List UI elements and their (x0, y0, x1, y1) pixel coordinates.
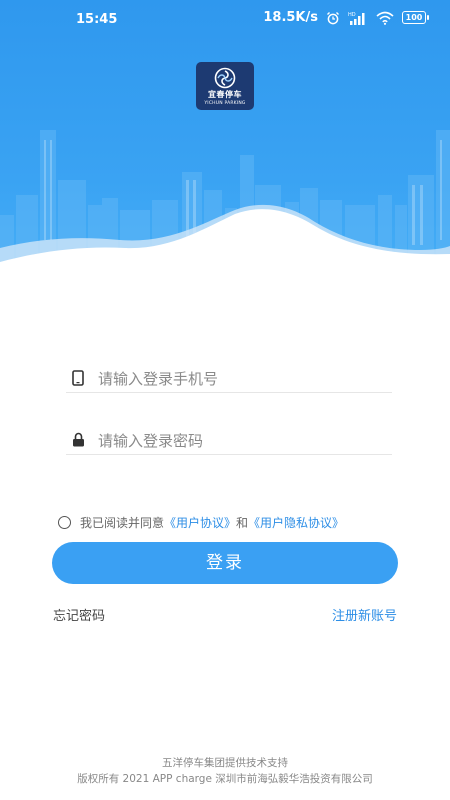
city-skyline-illustration (0, 130, 450, 300)
wifi-icon (376, 11, 394, 25)
battery-icon: 100 (402, 11, 429, 24)
password-field (66, 426, 392, 455)
status-bar: 15:45 18.5K/s HD 100 (0, 0, 450, 40)
phone-field (66, 364, 392, 393)
login-button[interactable]: 登录 (52, 542, 398, 584)
password-input[interactable] (96, 427, 390, 455)
user-agreement-link[interactable]: 《用户协议》 (164, 514, 236, 531)
status-icons: 18.5K/s HD 100 (263, 10, 429, 25)
agreement-row: 我已阅读并同意 《用户协议》 和 《用户隐私协议》 (56, 512, 416, 532)
agree-text: 我已阅读并同意 (80, 515, 165, 530)
logo-subtitle: YICHUN PARKING (204, 101, 246, 106)
agree-and-text: 和 (236, 515, 249, 530)
footer-copyright: 版权所有 2021 APP charge 深圳市前海弘毅华浩投资有限公司 (77, 773, 373, 785)
agree-checkbox[interactable] (58, 515, 71, 529)
status-time: 15:45 (76, 12, 118, 27)
lock-icon (73, 432, 84, 447)
hd-signal-icon: HD (348, 12, 365, 25)
footer-tech-support: 五洋停车集团提供技术支持 (162, 757, 288, 769)
network-speed: 18.5K/s (263, 10, 318, 25)
alarm-icon (327, 11, 339, 24)
phone-icon (72, 370, 84, 386)
register-link[interactable]: 注册新账号 (332, 605, 397, 624)
svg-text:HD: HD (348, 12, 356, 18)
phone-input[interactable] (96, 365, 390, 393)
header-banner: 15:45 18.5K/s HD 100 宜春停车 YICHUN PARKING (0, 0, 450, 300)
forgot-password-link[interactable]: 忘记密码 (53, 605, 105, 624)
parking-logo-icon (214, 67, 236, 89)
app-logo: 宜春停车 YICHUN PARKING (196, 62, 254, 110)
privacy-agreement-link[interactable]: 《用户隐私协议》 (248, 514, 344, 531)
logo-name: 宜春停车 (208, 90, 242, 99)
